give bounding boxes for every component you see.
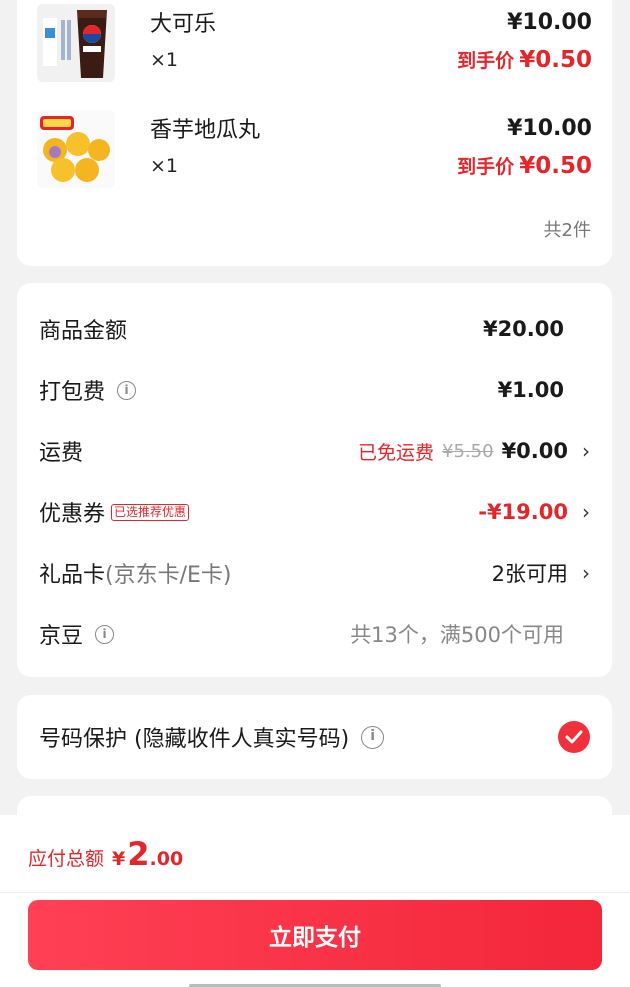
final-price: 到手价 ¥0.50 (457, 46, 592, 73)
total-amount: 应付总额 ¥ 2 .00 (28, 835, 183, 873)
shipping-fee-value: ¥0.00 (501, 439, 568, 463)
number-protection-label: 号码保护 (隐藏收件人真实号码) (39, 727, 350, 752)
packing-fee-label: 打包费 (39, 380, 106, 405)
fee-card: 商品金额 ¥20.00 打包费 i ¥1.00 运费 已免运费 ¥5.50 ¥0… (17, 283, 612, 677)
shipping-fee-label: 运费 (39, 441, 84, 466)
product-item[interactable]: 香芋地瓜丸 ×1 ¥10.00 到手价 ¥0.50 (37, 110, 592, 190)
info-icon[interactable]: i (117, 380, 137, 400)
original-shipping-fee: ¥5.50 (442, 440, 494, 462)
checkout-bar: 应付总额 ¥ 2 .00 立即支付 (0, 815, 630, 987)
divider (0, 892, 630, 893)
goods-amount-value: ¥20.00 (482, 317, 564, 341)
shipping-fee-row[interactable]: 运费 已免运费 ¥5.50 ¥0.00 › (39, 431, 590, 471)
packing-fee-value: ¥1.00 (497, 378, 564, 402)
info-icon[interactable]: i (95, 624, 115, 644)
total-decimal: .00 (149, 848, 184, 870)
checkmark-icon[interactable] (558, 721, 590, 753)
final-price-label: 到手价 (457, 50, 515, 72)
final-price: 到手价 ¥0.50 (457, 152, 592, 179)
final-price-value: ¥0.50 (519, 153, 592, 179)
gift-card-label: 礼品卡 (39, 563, 106, 588)
product-qty: ×1 (150, 155, 179, 177)
product-name: 大可乐 (150, 12, 217, 37)
gift-card-row[interactable]: 礼品卡 (京东卡/E卡) 2张可用 › (39, 553, 590, 593)
product-count: 共2件 (543, 220, 591, 241)
jd-beans-value: 共13个，满500个可用 (350, 623, 564, 647)
gift-card-sub: (京东卡/E卡) (105, 563, 232, 588)
product-name: 香芋地瓜丸 (150, 118, 261, 143)
coupon-label: 优惠券 (39, 502, 106, 527)
total-currency: ¥ (112, 848, 126, 870)
chevron-right-icon[interactable]: › (568, 439, 590, 463)
number-protection-row[interactable]: 号码保护 (隐藏收件人真实号码) i (39, 717, 590, 757)
product-qty: ×1 (150, 49, 179, 71)
free-shipping-text: 已免运费 (358, 441, 435, 464)
product-price: ¥10.00 (507, 10, 592, 35)
pay-now-button[interactable]: 立即支付 (28, 900, 602, 970)
goods-amount-label: 商品金额 (39, 319, 128, 344)
privacy-card: 号码保护 (隐藏收件人真实号码) i (17, 695, 612, 779)
jd-beans-row: 京豆 i 共13个，满500个可用 (39, 614, 590, 654)
cola-cup-image (37, 4, 115, 82)
coupon-row[interactable]: 优惠券 已选推荐优惠 -¥19.00 › (39, 492, 590, 532)
taro-balls-image (37, 110, 115, 188)
chevron-right-icon[interactable]: › (568, 561, 590, 585)
product-item[interactable]: 大可乐 ×1 ¥10.00 到手价 ¥0.50 (37, 4, 592, 84)
goods-amount-row: 商品金额 ¥20.00 (39, 309, 590, 349)
total-label: 应付总额 (28, 848, 105, 870)
total-integer: 2 (127, 835, 150, 873)
coupon-value: -¥19.00 (478, 500, 568, 524)
jd-beans-label: 京豆 (39, 624, 84, 649)
final-price-label: 到手价 (457, 156, 515, 178)
gift-card-value: 2张可用 (491, 562, 568, 586)
coupon-tag: 已选推荐优惠 (111, 503, 190, 521)
packing-fee-row: 打包费 i ¥1.00 (39, 370, 590, 410)
info-icon[interactable]: i (361, 725, 385, 749)
product-price: ¥10.00 (507, 116, 592, 141)
product-card: 大可乐 ×1 ¥10.00 到手价 ¥0.50 香芋地瓜丸 ×1 ¥10.00 (17, 0, 612, 266)
final-price-value: ¥0.50 (519, 47, 592, 73)
chevron-right-icon[interactable]: › (568, 500, 590, 524)
